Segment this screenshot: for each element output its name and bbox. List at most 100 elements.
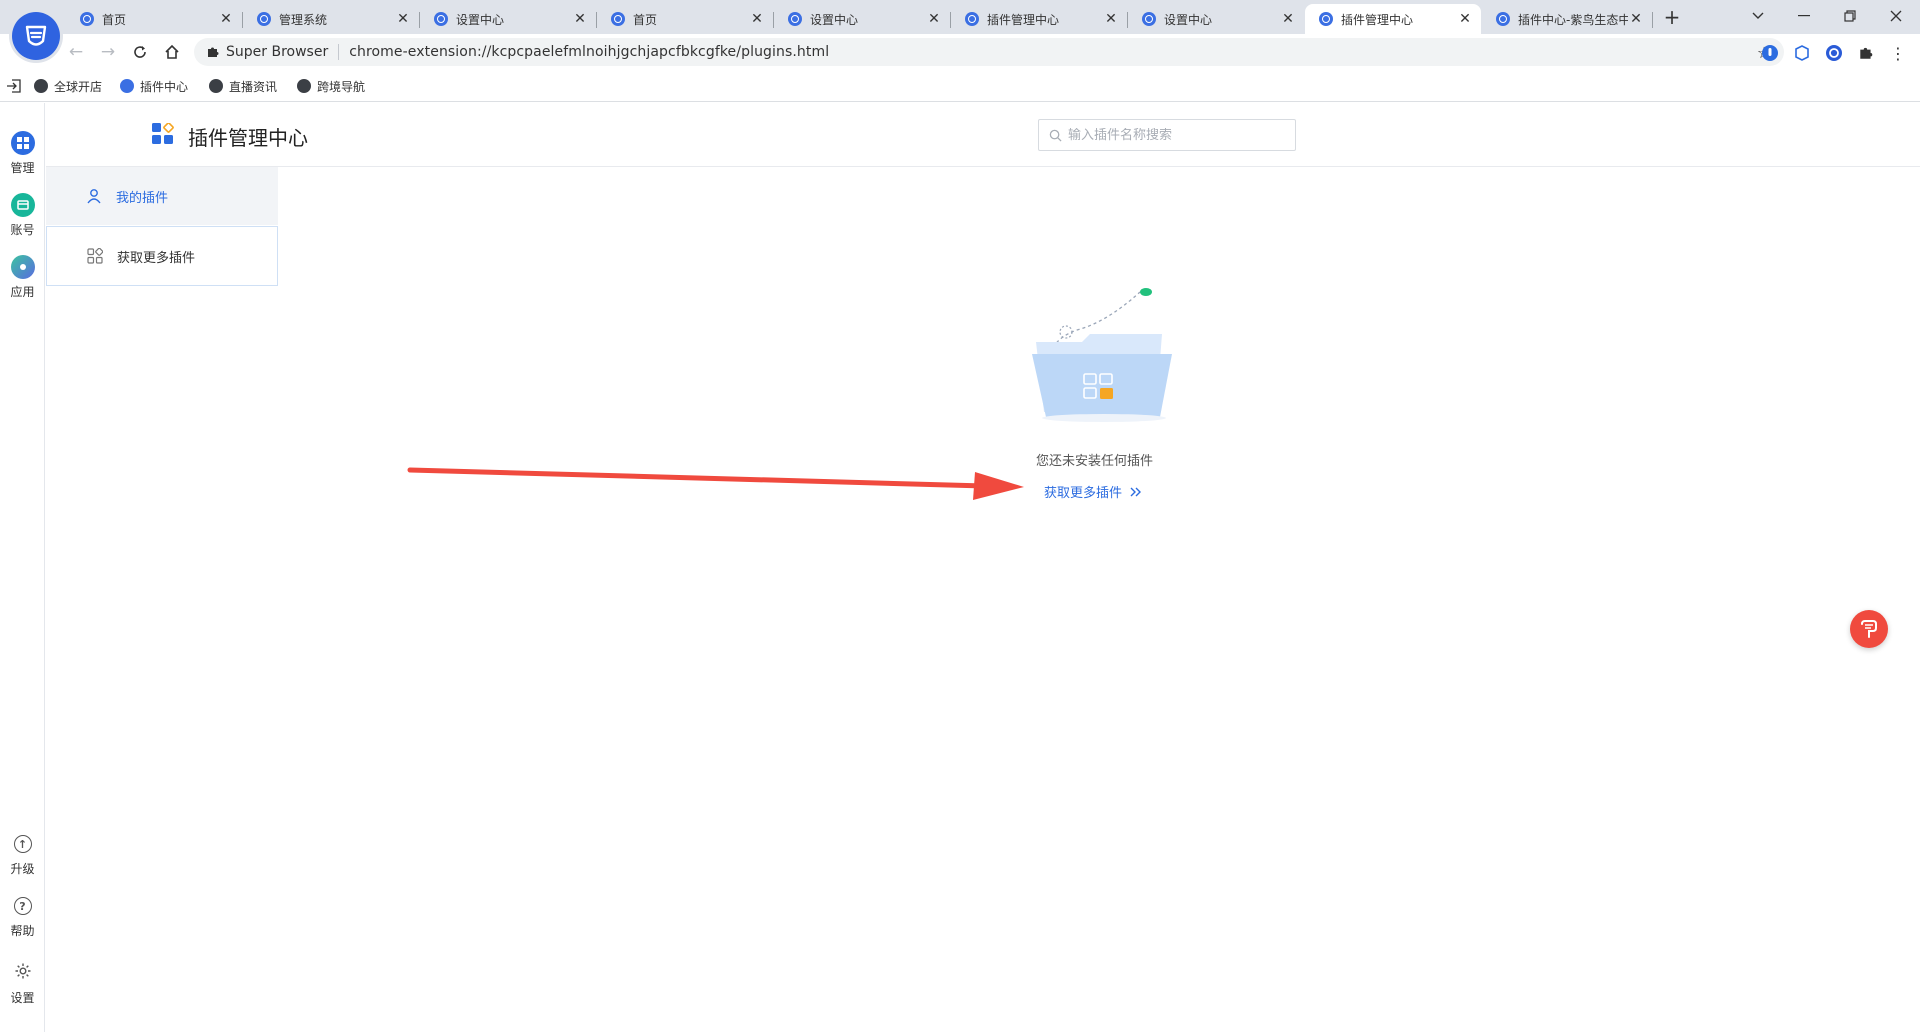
site-favicon-icon [1319, 12, 1333, 26]
rail-label: 设置 [10, 991, 35, 1005]
extension-2-icon[interactable] [1792, 43, 1812, 63]
tab-title: 插件中心-紫鸟生态中 [1518, 12, 1628, 27]
rail-label: 管理 [10, 161, 35, 175]
site-favicon-icon [788, 12, 802, 26]
bookmark-label: 全球开店 [54, 79, 103, 94]
bookmark-item[interactable]: 直播资讯 [209, 76, 277, 96]
empty-state-message: 您还未安装任何插件 [1036, 454, 1154, 469]
tab[interactable]: 管理系统 ✕ [243, 4, 420, 34]
bookmark-item[interactable]: 跨境导航 [297, 76, 365, 96]
rail-label: 账号 [10, 223, 35, 237]
tab[interactable]: 设置中心 ✕ [774, 4, 951, 34]
tab[interactable]: 设置中心 ✕ [420, 4, 597, 34]
search-icon [1049, 129, 1062, 142]
tab-title: 管理系统 [279, 12, 328, 27]
tab-close-icon[interactable]: ✕ [926, 11, 942, 27]
account-icon [10, 193, 35, 217]
site-favicon-icon [1142, 12, 1156, 26]
empty-folder-illustration [1032, 288, 1172, 422]
tab-close-icon[interactable]: ✕ [1280, 11, 1296, 27]
site-favicon-icon [1496, 12, 1510, 26]
manage-icon [10, 131, 35, 155]
extension-3-icon[interactable] [1824, 43, 1844, 63]
floating-assistant-icon[interactable] [1850, 610, 1888, 648]
url-text: chrome-extension://kcpcpaelefmlnoihjgchj… [349, 44, 830, 60]
new-tab-button[interactable]: + [1660, 6, 1684, 30]
rail-item-account[interactable]: 账号 [0, 193, 45, 238]
rail-label: 帮助 [10, 924, 35, 938]
tab-title: 插件管理中心 [1341, 12, 1414, 27]
tab-active[interactable]: 插件管理中心 ✕ [1305, 4, 1481, 34]
extension-1-icon[interactable] [1760, 43, 1780, 63]
puzzle-icon [208, 47, 219, 57]
tab[interactable]: 插件管理中心 ✕ [951, 4, 1128, 34]
rail-item-settings[interactable]: 设置 [0, 959, 45, 1006]
menu-item-get-more[interactable]: 获取更多插件 [46, 226, 278, 286]
bookmark-item[interactable]: 插件中心 [120, 76, 188, 96]
tab-title: 设置中心 [810, 12, 859, 27]
address-bar[interactable]: Super Browser chrome-extension://kcpcpae… [194, 38, 1784, 66]
forward-arrow-icon[interactable]: → [96, 40, 120, 64]
globe-icon [297, 79, 311, 93]
plugin-menu: 我的插件 获取更多插件 [46, 167, 278, 286]
user-icon [87, 189, 101, 204]
upgrade-arrow-icon: ↑ [13, 835, 32, 853]
home-icon[interactable] [160, 40, 184, 64]
tab[interactable]: 设置中心 ✕ [1128, 4, 1304, 34]
get-more-plugins-link[interactable]: 获取更多插件 [1044, 482, 1142, 501]
tab-close-icon[interactable]: ✕ [395, 11, 411, 27]
site-favicon-icon [120, 79, 134, 93]
annotation-arrow [407, 467, 1024, 500]
app-header: 插件管理中心 [46, 103, 1920, 167]
tab-title: 插件管理中心 [987, 12, 1060, 27]
left-rail: 管理 账号 应用 ↑ 升级 ? 帮助 设置 [0, 103, 45, 1032]
bookmark-item[interactable]: 全球开店 [34, 76, 102, 96]
extension-chip-label: Super Browser [226, 44, 329, 60]
tab[interactable]: 首页 ✕ [66, 4, 243, 34]
search-input[interactable] [1068, 127, 1288, 143]
menu-item-my-plugins[interactable]: 我的插件 [46, 167, 278, 225]
browser-menu-icon[interactable]: ⋮ [1888, 43, 1908, 63]
tab-close-icon[interactable]: ✕ [1457, 11, 1473, 27]
close-window-button[interactable] [1874, 2, 1918, 30]
tab[interactable]: 首页 ✕ [597, 4, 774, 34]
tab-close-icon[interactable]: ✕ [749, 11, 765, 27]
page-title: 插件管理中心 [188, 126, 308, 150]
help-question-icon: ? [13, 897, 32, 915]
get-more-plugins-label: 获取更多插件 [1044, 486, 1123, 501]
site-favicon-icon [434, 12, 448, 26]
bookmark-label: 插件中心 [140, 79, 189, 94]
site-favicon-icon [257, 12, 271, 26]
tab-close-icon[interactable]: ✕ [1628, 11, 1644, 27]
tab-search-chevron-icon[interactable] [1736, 2, 1780, 30]
tab[interactable]: 插件中心-紫鸟生态中 ✕ [1482, 4, 1653, 34]
restore-button[interactable] [1828, 2, 1872, 30]
menu-item-label: 获取更多插件 [117, 250, 196, 266]
rail-item-manage[interactable]: 管理 [0, 131, 45, 176]
bookmark-label: 直播资讯 [229, 79, 278, 94]
rail-item-help[interactable]: ? 帮助 [0, 897, 45, 939]
globe-icon [209, 79, 223, 93]
tab-close-icon[interactable]: ✕ [218, 11, 234, 27]
rail-item-upgrade[interactable]: ↑ 升级 [0, 835, 45, 877]
super-browser-logo-icon[interactable] [12, 12, 60, 60]
rail-item-apps[interactable]: 应用 [0, 255, 45, 300]
minimize-button[interactable] [1782, 2, 1826, 30]
tab-separator [1652, 12, 1653, 28]
site-favicon-icon [611, 12, 625, 26]
tab-title: 首页 [102, 12, 127, 27]
site-favicon-icon [80, 12, 94, 26]
reload-icon[interactable] [128, 40, 152, 64]
tab-title: 首页 [633, 12, 658, 27]
apps-icon [10, 255, 35, 279]
plugin-search-box[interactable] [1038, 119, 1296, 151]
back-arrow-icon[interactable]: ← [64, 40, 88, 64]
extension-chip: Super Browser [206, 44, 340, 60]
double-chevron-right-icon [1130, 487, 1142, 496]
tab-close-icon[interactable]: ✕ [572, 11, 588, 27]
extensions-puzzle-icon[interactable] [1856, 43, 1876, 63]
tab-strip: 首页 ✕ 管理系统 ✕ 设置中心 ✕ 首页 ✕ 设置中心 ✕ 插件管理中心 ✕ … [0, 0, 1920, 34]
bookmarks-bar: 全球开店 插件中心 直播资讯 跨境导航 [0, 70, 1920, 102]
exit-icon[interactable] [6, 76, 22, 96]
tab-close-icon[interactable]: ✕ [1103, 11, 1119, 27]
